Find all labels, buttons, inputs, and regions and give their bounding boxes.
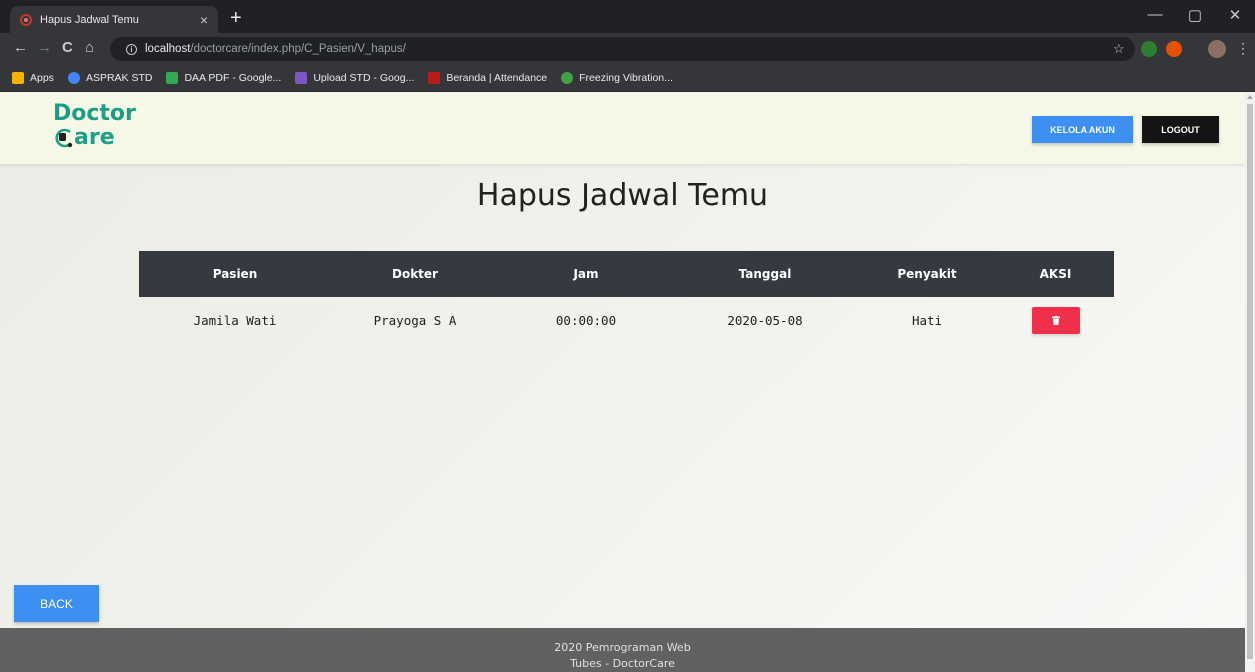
scroll-up-arrow-icon[interactable] <box>1247 95 1253 99</box>
bookmark-star-icon[interactable]: ☆ <box>1113 42 1125 55</box>
cell-jam: 00:00:00 <box>555 313 617 328</box>
minimize-icon[interactable]: — <box>1135 6 1175 24</box>
forward-arrow-icon[interactable]: → <box>37 40 52 56</box>
column-header-aksi: AKSI <box>1039 267 1072 281</box>
bookmarks-bar: Apps ASPRAK STD DAA PDF - Google... Uplo… <box>0 65 1255 92</box>
favicon-icon <box>20 13 32 26</box>
freezing-icon <box>561 72 574 84</box>
footer-line1: 2020 Pemrograman Web <box>554 641 691 654</box>
browser-tab[interactable]: Hapus Jadwal Temu × <box>10 6 218 33</box>
extension-icon[interactable] <box>1166 41 1182 57</box>
google-forms-icon <box>295 72 308 84</box>
bookmark-freezing[interactable]: Freezing Vibration... <box>561 72 673 84</box>
bookmark-asprak[interactable]: ASPRAK STD <box>67 72 152 84</box>
reload-icon[interactable]: C <box>62 40 73 56</box>
column-header-pasien: Pasien <box>212 267 258 281</box>
appointments-table: Pasien Dokter Jam Tanggal Penyakit AKSI … <box>139 251 1114 345</box>
browser-tabstrip: Hapus Jadwal Temu × + — ▢ ✕ <box>0 0 1255 33</box>
logo-text-doctor: Doctor <box>53 101 136 126</box>
cell-dokter: Prayoga S A <box>373 313 457 328</box>
cell-penyakit: Hati <box>911 313 943 328</box>
page-footer: 2020 Pemrograman Web Tubes - DoctorCare <box>0 628 1245 672</box>
column-header-tanggal: Tanggal <box>738 267 792 281</box>
site-info-icon[interactable]: i <box>126 43 137 55</box>
column-header-penyakit: Penyakit <box>897 267 957 281</box>
scrollbar-thumb[interactable] <box>1247 104 1253 659</box>
column-header-jam: Jam <box>573 267 599 281</box>
page-viewport: Doctor are KELOLA AKUN LOGOUT Hapus Jadw… <box>0 92 1245 672</box>
attendance-icon <box>428 72 441 84</box>
menu-kebab-icon[interactable]: ⋮ <box>1236 40 1250 56</box>
logo-line2: are <box>53 126 136 150</box>
profile-avatar[interactable] <box>1208 40 1226 58</box>
url-host: localhost <box>145 43 191 55</box>
cell-pasien: Jamila Wati <box>193 313 277 328</box>
kelola-akun-button[interactable]: KELOLA AKUN <box>1032 116 1133 143</box>
back-arrow-icon[interactable]: ← <box>13 40 28 56</box>
logout-button[interactable]: LOGOUT <box>1142 116 1219 143</box>
cell-tanggal: 2020-05-08 <box>727 313 803 328</box>
page-scrollbar[interactable] <box>1245 92 1255 672</box>
back-button[interactable]: BACK <box>14 585 99 622</box>
address-bar[interactable]: i localhost/doctorcare/index.php/C_Pasie… <box>110 37 1135 61</box>
bookmark-apps[interactable]: Apps <box>12 72 54 84</box>
close-window-icon[interactable]: ✕ <box>1215 6 1255 24</box>
bookmark-upload-std[interactable]: Upload STD - Goog... <box>295 72 414 84</box>
table-header-row: Pasien Dokter Jam Tanggal Penyakit AKSI <box>139 251 1114 297</box>
logo-text-care: are <box>74 125 115 150</box>
google-drive-icon <box>166 72 179 84</box>
stethoscope-icon <box>55 128 73 148</box>
url-path: /doctorcare/index.php/C_Pasien/V_hapus/ <box>190 43 406 55</box>
trash-icon <box>1051 316 1060 325</box>
home-icon[interactable]: ⌂ <box>85 40 94 56</box>
bookmark-beranda[interactable]: Beranda | Attendance <box>428 72 547 84</box>
apps-grid-icon <box>12 72 24 84</box>
page-title: Hapus Jadwal Temu <box>476 178 769 213</box>
table-row: Jamila Wati Prayoga S A 00:00:00 2020-05… <box>139 297 1114 345</box>
browser-toolbar: ← → C ⌂ i localhost/doctorcare/index.php… <box>0 33 1255 65</box>
tab-title: Hapus Jadwal Temu <box>40 13 139 26</box>
column-header-dokter: Dokter <box>392 267 438 281</box>
asprak-icon <box>67 72 80 84</box>
new-tab-button[interactable]: + <box>230 8 242 28</box>
window-controls: — ▢ ✕ <box>1135 6 1255 24</box>
footer-line2: Tubes - DoctorCare <box>570 657 675 670</box>
doctorcare-logo[interactable]: Doctor are <box>53 102 136 150</box>
extension-icon[interactable] <box>1141 41 1157 57</box>
delete-button[interactable] <box>1031 307 1080 334</box>
bookmark-daa-pdf[interactable]: DAA PDF - Google... <box>166 72 281 84</box>
tab-close-icon[interactable]: × <box>200 13 208 27</box>
app-header: Doctor are KELOLA AKUN LOGOUT <box>0 92 1245 164</box>
cell-aksi <box>997 297 1114 345</box>
maximize-icon[interactable]: ▢ <box>1175 6 1215 24</box>
